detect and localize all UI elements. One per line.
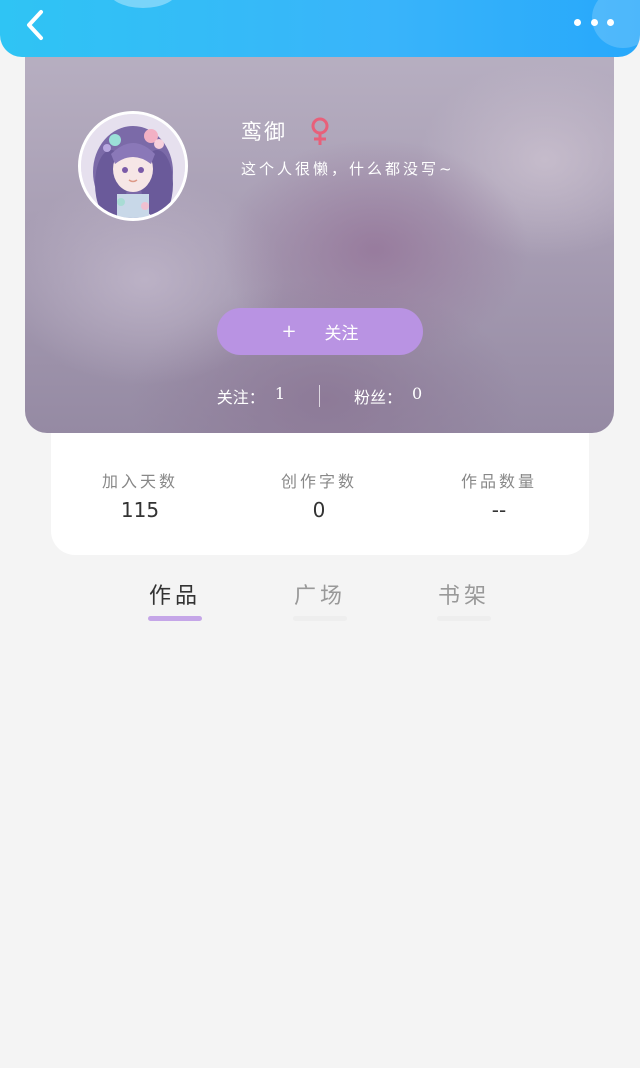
- more-dots-icon: [574, 18, 581, 26]
- profile-page: 鸾御 这个人很懒，什么都没写~ + 关注 关注： 1 粉丝： 0 加入天数 11…: [0, 0, 640, 1068]
- user-name: 鸾御: [241, 120, 287, 144]
- stat-value: 115: [120, 498, 160, 522]
- profile-card: 鸾御 这个人很懒，什么都没写~ + 关注 关注： 1 粉丝： 0: [25, 40, 614, 433]
- avatar-image: [81, 114, 185, 218]
- stat-label: 加入天数: [101, 472, 178, 491]
- tab-label: 广场: [293, 584, 346, 609]
- stat-value: --: [491, 498, 507, 522]
- fans-value: 0: [412, 384, 423, 403]
- stats-card: 加入天数 115 创作字数 0 作品数量 --: [51, 424, 589, 555]
- back-button[interactable]: [18, 8, 52, 42]
- top-bar: [0, 0, 640, 57]
- more-dots-icon: [607, 18, 614, 26]
- tab-bookshelf[interactable]: 书架: [414, 578, 514, 621]
- tab-works[interactable]: 作品: [125, 578, 225, 621]
- decor-bubble: [108, 0, 178, 8]
- following-count[interactable]: 关注： 1: [217, 384, 285, 408]
- tab-square[interactable]: 广场: [270, 578, 370, 621]
- chevron-left-icon: [27, 10, 43, 40]
- fans-count[interactable]: 粉丝： 0: [354, 384, 422, 408]
- tab-indicator: [293, 616, 347, 621]
- fans-label: 粉丝：: [354, 388, 403, 407]
- divider: [319, 385, 320, 407]
- more-button[interactable]: [574, 12, 614, 32]
- stat-word-count: 创作字数 0: [259, 468, 379, 522]
- tab-label: 书架: [437, 584, 490, 609]
- more-dots-icon: [590, 18, 598, 26]
- following-value: 1: [274, 384, 285, 403]
- follow-button[interactable]: + 关注: [217, 308, 423, 355]
- tab-label: 作品: [148, 584, 201, 609]
- stat-label: 创作字数: [280, 472, 357, 491]
- stat-join-days: 加入天数 115: [80, 468, 200, 522]
- follow-stats: 关注： 1 粉丝： 0: [25, 384, 614, 408]
- female-symbol-icon: [311, 117, 329, 145]
- name-row: 鸾御: [241, 114, 333, 146]
- tab-indicator: [148, 616, 202, 621]
- plus-icon: +: [281, 321, 297, 342]
- follow-button-label: 关注: [324, 324, 359, 344]
- stat-label: 作品数量: [460, 472, 537, 491]
- user-bio: 这个人很懒，什么都没写~: [241, 160, 455, 178]
- avatar[interactable]: [78, 111, 188, 221]
- tab-indicator: [437, 616, 491, 621]
- following-label: 关注：: [216, 388, 265, 407]
- stat-work-count: 作品数量 --: [439, 468, 559, 522]
- stat-value: 0: [312, 498, 326, 522]
